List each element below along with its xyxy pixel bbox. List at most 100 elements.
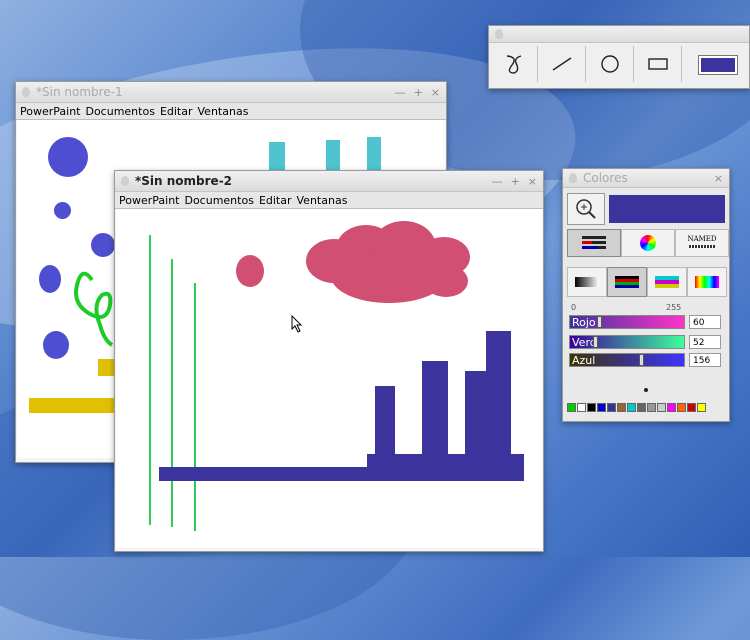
menu-ventanas[interactable]: Ventanas [198,105,249,118]
palette-swatch[interactable] [687,403,696,412]
blue-slider-label: Azul [572,354,596,367]
blue-bar [375,386,395,456]
close-button[interactable]: × [431,86,440,99]
menu-bar: PowerPaint Documentos Editar Ventanas [16,103,446,120]
window-sin-nombre-2: *Sin nombre-2 — + × PowerPaint Documento… [114,170,544,552]
red-value-field[interactable]: 60 [689,315,721,329]
menu-documentos[interactable]: Documentos [85,105,154,118]
rectangle-tool-button[interactable] [635,46,682,82]
close-button[interactable]: × [528,175,537,188]
green-line [194,283,196,531]
blue-slider[interactable]: Azul [569,353,685,367]
drawing-canvas[interactable] [116,209,542,548]
blue-circle [91,233,115,257]
green-slider[interactable]: Verd [569,335,685,349]
menu-editar[interactable]: Editar [259,194,292,207]
red-ellipse [236,255,264,287]
blue-base-bar [159,467,524,481]
palette-swatch[interactable] [637,403,646,412]
selected-color-preview [609,195,725,223]
menu-bar: PowerPaint Documentos Editar Ventanas [115,192,543,209]
menu-powerpaint[interactable]: PowerPaint [20,105,80,118]
window-title: Colores [583,171,628,185]
cmyk-mode-button[interactable] [647,267,687,297]
color-wheel-button[interactable] [621,229,675,257]
cmyk-sliders-icon [655,276,679,288]
palette-swatch[interactable] [647,403,656,412]
teal-bar [326,140,340,172]
current-color-swatch[interactable] [698,55,738,75]
app-icon [569,173,577,183]
blue-circle [48,137,88,177]
palette-swatch[interactable] [607,403,616,412]
palette-swatch[interactable] [627,403,636,412]
rgb-mode-button[interactable] [607,267,647,297]
palette-swatch[interactable] [587,403,596,412]
close-button[interactable]: × [714,172,723,185]
circle-tool-button[interactable] [587,46,634,82]
magnifier-icon [576,199,596,219]
named-label: NAMED [687,235,717,243]
minimize-button[interactable]: — [492,175,503,188]
gray-mode-button[interactable] [567,267,607,297]
maximize-button[interactable]: + [511,175,520,188]
app-icon [495,29,503,39]
slider-thumb[interactable] [597,316,602,328]
menu-ventanas[interactable]: Ventanas [297,194,348,207]
color-palette [567,403,706,412]
maximize-button[interactable]: + [414,86,423,99]
window-titlebar[interactable] [489,26,749,43]
rectangle-icon [648,58,668,70]
palette-swatch[interactable] [697,403,706,412]
palette-swatch[interactable] [597,403,606,412]
window-titlebar[interactable]: *Sin nombre-2 — + × [115,171,543,192]
sliders-mode-button[interactable] [567,229,621,257]
slider-thumb[interactable] [593,336,598,348]
menu-editar[interactable]: Editar [160,105,193,118]
palette-swatch[interactable] [667,403,676,412]
colores-window: Colores × NAMED 0 255 Rojo 60 Verd 52 Az… [562,168,730,422]
red-slider-label: Rojo [572,316,596,329]
blue-bar [422,361,448,456]
palette-swatch[interactable] [677,403,686,412]
window-titlebar[interactable]: *Sin nombre-1 — + × [16,82,446,103]
line-icon [552,57,572,71]
magnifier-button[interactable] [567,193,605,225]
blue-bar [465,371,487,456]
blue-circle [39,265,61,293]
green-line [171,259,173,527]
app-icon [22,87,30,97]
palette-swatch[interactable] [617,403,626,412]
red-cloud [306,221,470,303]
blue-step [367,454,524,468]
tools-window [488,25,750,89]
slider-thumb[interactable] [639,354,644,366]
color-wheel-icon [640,235,656,251]
red-slider[interactable]: Rojo [569,315,685,329]
range-max: 255 [666,303,682,312]
blue-value-field[interactable]: 156 [689,353,721,367]
palette-swatch[interactable] [657,403,666,412]
teal-bar [367,137,381,172]
minimize-button[interactable]: — [395,86,406,99]
sliders-icon [582,236,606,249]
named-colors-button[interactable]: NAMED [675,229,729,257]
gray-scale-icon [575,277,599,287]
hsb-mode-button[interactable] [687,267,727,297]
brush-dot-icon [644,388,648,392]
yellow-bar [29,398,117,413]
blue-bar [486,331,511,456]
window-title: *Sin nombre-2 [135,174,233,188]
menu-documentos[interactable]: Documentos [184,194,253,207]
palette-swatch[interactable] [577,403,586,412]
window-titlebar[interactable]: Colores × [563,169,729,188]
window-title: *Sin nombre-1 [36,85,123,99]
palette-swatch[interactable] [567,403,576,412]
line-tool-button[interactable] [539,46,586,82]
green-value-field[interactable]: 52 [689,335,721,349]
menu-powerpaint[interactable]: PowerPaint [119,194,179,207]
freehand-tool-button[interactable] [491,46,538,82]
named-swatches-icon [689,245,715,248]
blue-circle [43,331,69,359]
blue-circle [54,202,71,219]
